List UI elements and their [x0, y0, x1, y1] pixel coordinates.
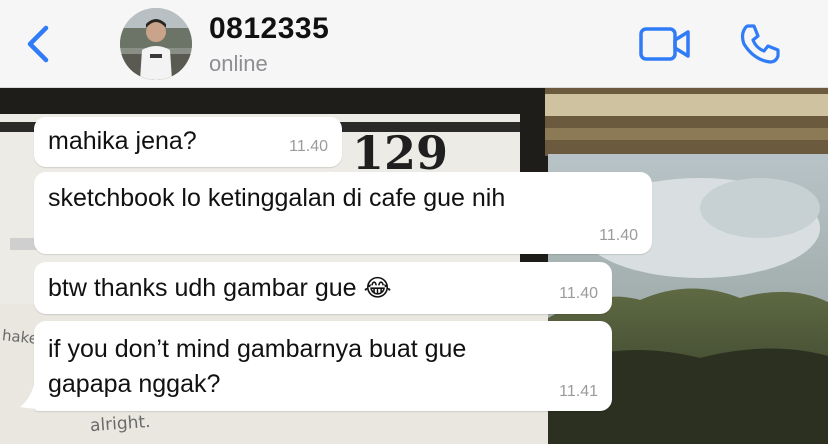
- video-call-button[interactable]: [638, 24, 692, 64]
- message-bubble[interactable]: btw thanks udh gambar gue 😂 11.40: [34, 262, 612, 314]
- message-time: 11.40: [599, 227, 638, 244]
- phone-icon: [740, 24, 780, 64]
- message-text: sketchbook lo ketinggalan di cafe gue ni…: [48, 184, 506, 212]
- message-bubble[interactable]: mahika jena? 11.40: [34, 117, 342, 167]
- laughing-emoji-icon: 😂: [363, 275, 392, 302]
- chat-header: 0812335 online: [0, 0, 828, 88]
- message-time: 11.40: [289, 138, 328, 155]
- message-text-line: if you don’t mind gambarnya buat gue: [48, 335, 467, 363]
- back-button[interactable]: [22, 22, 58, 66]
- message-text-line: gapapa nggak?: [48, 370, 221, 398]
- message-bubble[interactable]: sketchbook lo ketinggalan di cafe gue ni…: [34, 172, 652, 254]
- avatar[interactable]: [120, 8, 192, 80]
- message-bubble[interactable]: if you don’t mind gambarnya buat gue gap…: [34, 321, 612, 411]
- video-camera-icon: [639, 27, 690, 61]
- chevron-left-icon: [27, 25, 49, 63]
- voice-call-button[interactable]: [736, 20, 784, 68]
- contact-name[interactable]: 0812335: [209, 12, 329, 46]
- bubble-tail: [20, 385, 46, 409]
- message-time: 11.40: [559, 285, 598, 302]
- handwriting-alright: alright.: [89, 411, 152, 437]
- message-text: btw thanks udh gambar gue 😂: [48, 270, 392, 307]
- contact-photo: [120, 8, 192, 80]
- message-text-content: btw thanks udh gambar gue: [48, 274, 357, 302]
- message-text: mahika jena?: [48, 127, 197, 155]
- contact-status: online: [209, 51, 268, 76]
- message-time: 11.41: [559, 383, 598, 400]
